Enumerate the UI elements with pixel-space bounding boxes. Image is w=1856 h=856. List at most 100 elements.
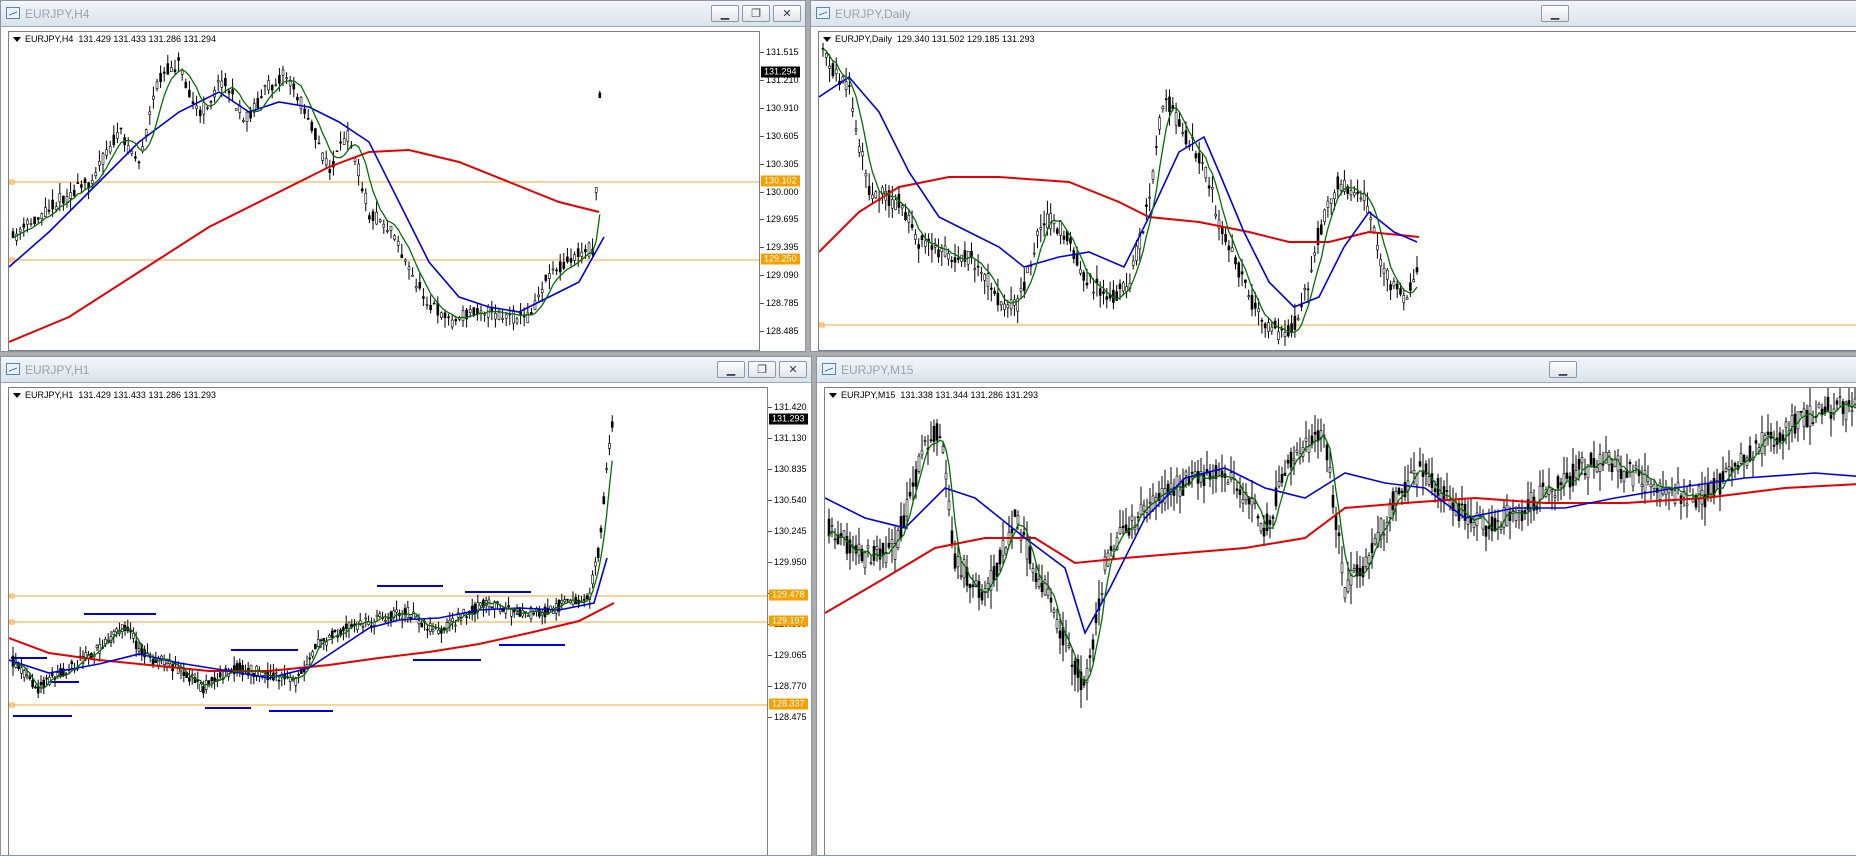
candle-body [70,661,74,664]
candle-body [431,629,435,632]
candle-body [184,81,188,88]
candle-body [562,261,566,269]
candle-body [311,651,314,657]
candle-body [112,134,116,146]
price-axis-h1[interactable]: 131.420 131.130 130.835 130.540 130.245 129.9… [768,387,811,855]
chart-window-daily[interactable]: EURJPY,Daily ▁ EURJPY,Daily 129.340 131.… [810,0,1856,352]
price-tick-label: 130.910 [760,102,799,113]
candle-body [120,624,124,633]
chart-window-m15[interactable]: EURJPY,M15 ▁ EURJPY,M15 131.338 131.344 … [816,356,1856,856]
candle-body [1661,487,1665,495]
candle-body [1412,279,1416,282]
title-bar-h1[interactable]: EURJPY,H1 ▁ ❐ ✕ [1,357,811,383]
candle-body [234,108,238,111]
candle-body [848,539,852,554]
chart-canvas-daily[interactable] [819,32,1856,351]
title-bar-daily[interactable]: EURJPY,Daily ▁ [811,1,1856,27]
candle-body [130,150,134,154]
candle-body [356,621,359,630]
title-bar-m15[interactable]: EURJPY,M15 ▁ [817,357,1856,383]
candle-body [1019,287,1023,292]
chart-canvas-h4[interactable] [9,32,760,351]
candle-body [1184,471,1188,476]
close-button[interactable]: ✕ [779,361,807,378]
candle-body [510,609,513,617]
candle-body [1577,459,1581,470]
candle-body [1838,396,1842,399]
price-chart-daily[interactable]: EURJPY,Daily 129.340 131.502 129.185 131… [818,31,1856,351]
candle-body [871,194,874,199]
candle-body [874,191,878,199]
candle-body [1427,476,1431,485]
candle-body [995,562,999,577]
candle-body [526,615,530,617]
candle-body [1793,413,1797,434]
chart-canvas-m15[interactable] [825,388,1856,856]
candle-body [335,150,339,153]
candle-body [1790,414,1794,427]
chart-canvas-h1[interactable] [9,388,768,856]
triangle-down-icon[interactable] [829,393,837,399]
candle-body [321,152,324,161]
price-chart-h4[interactable]: EURJPY,H4 131.429 131.433 131.286 131.29… [8,31,760,351]
candle-body [1409,282,1412,291]
candle-body [1326,200,1330,208]
price-tick-label: 129.695 [760,214,799,225]
candle-body [294,678,298,686]
minimize-button[interactable]: ▁ [1541,5,1569,22]
candle-body [594,187,598,193]
triangle-down-icon[interactable] [13,393,21,399]
candle-body [285,77,288,80]
candle-body [94,172,98,177]
candle-body [1349,190,1353,196]
candle-body [1184,130,1188,145]
triangle-down-icon[interactable] [13,37,21,43]
candle-body [1118,283,1122,289]
candle-body [1323,209,1326,222]
candle-body [833,538,837,541]
candle-body [971,584,975,587]
restore-button[interactable]: ❐ [748,361,776,378]
candle-body [182,671,186,677]
price-chart-m15[interactable]: EURJPY,M15 131.338 131.344 131.286 131.2… [824,387,1856,856]
candle-body [566,598,569,601]
candle-body [1373,537,1377,545]
restore-button[interactable]: ❐ [742,5,770,22]
minimize-button[interactable]: ▁ [717,361,745,378]
candle-body [180,70,184,75]
candle-body [98,160,101,166]
triangle-down-icon[interactable] [823,37,831,43]
candle-body [1613,459,1617,468]
candle-body [1571,463,1575,486]
price-tick-label: 130.245 [768,526,807,536]
candle-body [1541,482,1545,487]
candle-body [1296,318,1300,321]
candle-body [1556,476,1560,489]
candle-body [986,582,990,589]
candle-body [166,63,170,75]
chart-window-h1[interactable]: EURJPY,H1 ▁ ❐ ✕ EURJPY,H1 131.429 131.433 … [0,356,812,856]
candle-body [322,638,326,642]
candle-body [532,612,536,615]
title-bar-h4[interactable]: EURJPY,H4 ▁ ❐ ✕ [1,1,805,27]
current-price-tag: 131.294 [761,66,800,78]
candle-body [1118,527,1122,534]
candle-body [29,223,33,225]
price-axis-h4[interactable]: 131.515 131.210 130.910 130.605 130.305 130.0… [760,31,805,351]
candle-body [209,100,213,103]
candle-body [69,192,72,199]
price-chart-h1[interactable]: EURJPY,H1 131.429 131.433 131.286 131.29… [8,387,768,856]
candle-body [1382,267,1386,274]
candle-body [861,151,864,157]
price-tick-label: 131.420 [768,402,807,412]
minimize-button[interactable]: ▁ [711,5,739,22]
candle-body [39,682,43,686]
candle-body [44,207,47,217]
symbol-timeframe: EURJPY,M15 [841,390,896,400]
candle-body [152,95,155,100]
moving-average-blue [819,75,1418,308]
chart-window-h4[interactable]: EURJPY,H4 ▁ ❐ ✕ EURJPY,H4 131.429 131.433 … [0,0,806,352]
minimize-button[interactable]: ▁ [1549,361,1577,378]
close-button[interactable]: ✕ [773,5,801,22]
candle-body [938,436,942,439]
